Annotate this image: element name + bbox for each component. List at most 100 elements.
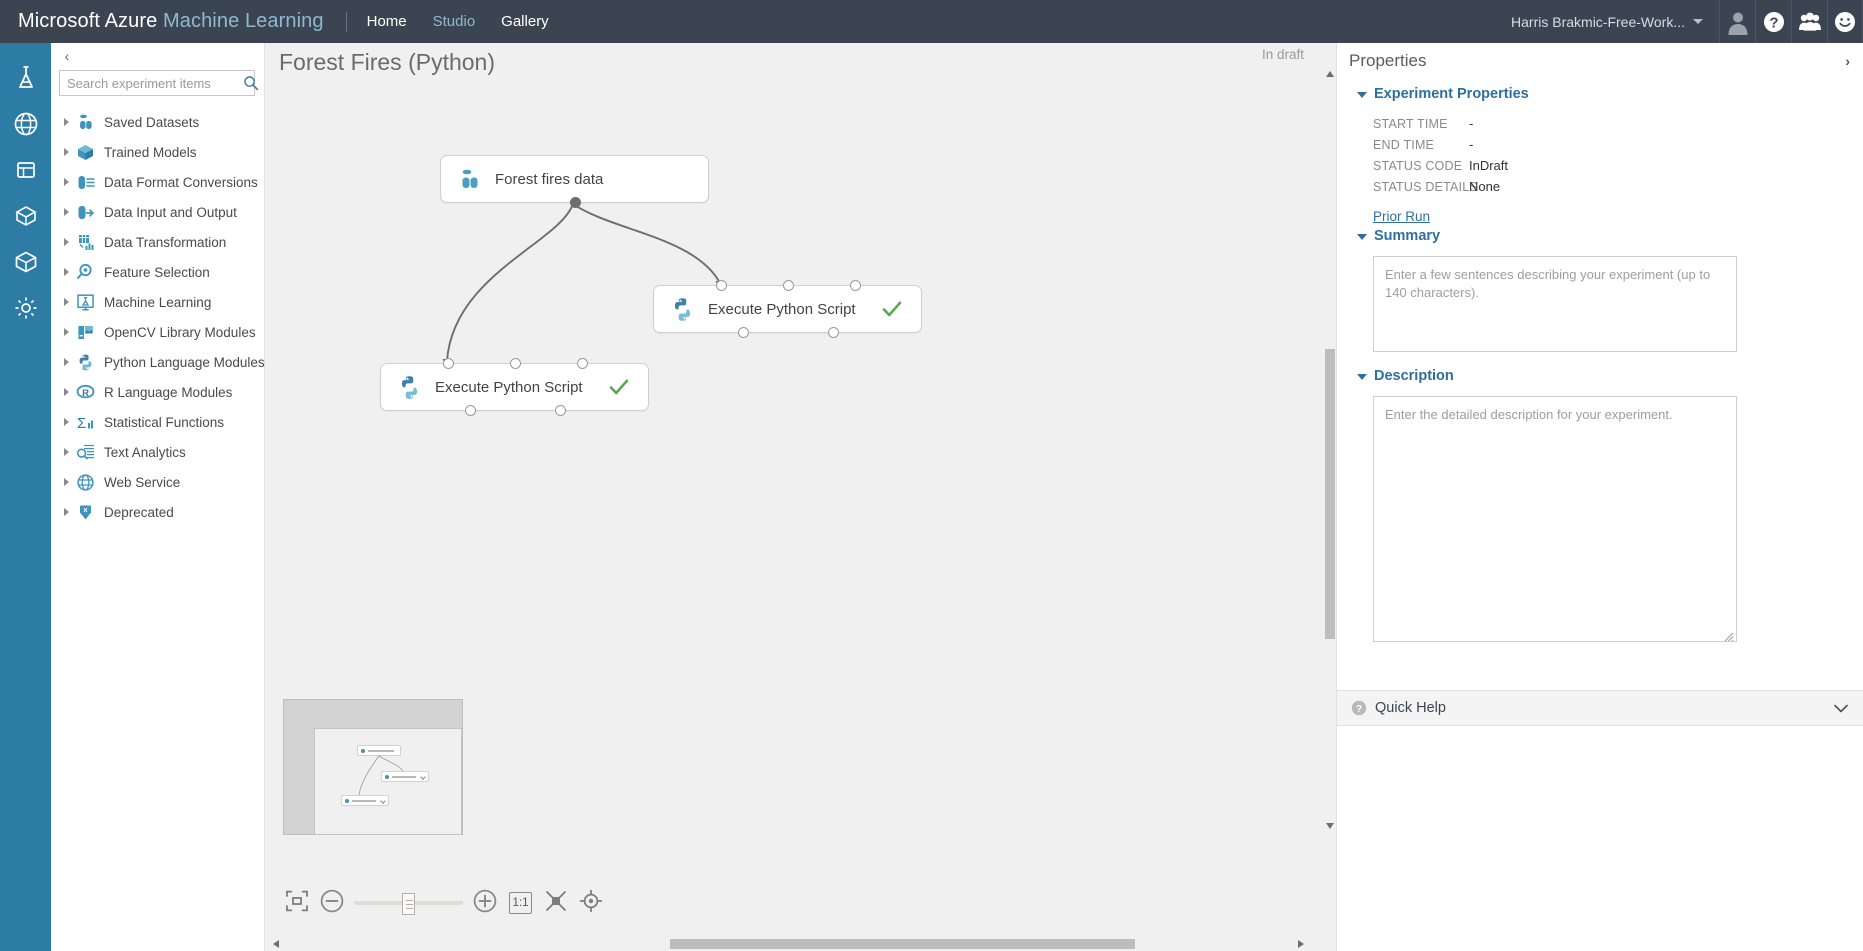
- tree-item-python-language-modules[interactable]: Python Language Modules: [51, 347, 265, 377]
- summary-header[interactable]: Summary: [1357, 225, 1863, 247]
- chevron-right-icon[interactable]: [59, 298, 73, 306]
- output-port[interactable]: [570, 197, 581, 208]
- tree-item-deprecated[interactable]: x Deprecated: [51, 497, 265, 527]
- graph-node-execute-python-script-right[interactable]: Execute Python Script: [653, 280, 922, 338]
- rail-item-trained-models[interactable]: [0, 195, 51, 237]
- chevron-down-icon[interactable]: [1834, 701, 1848, 716]
- output-port-2[interactable]: [555, 405, 566, 416]
- graph-node-label: Execute Python Script: [708, 300, 856, 318]
- rail-item-web-services[interactable]: [0, 103, 51, 145]
- description-header[interactable]: Description: [1357, 365, 1863, 387]
- tree-item-feature-selection[interactable]: Feature Selection: [51, 257, 265, 287]
- chevron-right-icon[interactable]: [59, 118, 73, 126]
- rail-item-settings[interactable]: [0, 287, 51, 329]
- chevron-right-icon[interactable]: [59, 328, 73, 336]
- center-graph-button[interactable]: [574, 885, 609, 921]
- prior-run-link[interactable]: Prior Run: [1373, 209, 1430, 224]
- tree-item-data-input-and-output[interactable]: Data Input and Output: [51, 197, 265, 227]
- nav-item-home[interactable]: Home: [367, 13, 407, 30]
- output-port-1[interactable]: [465, 405, 476, 416]
- chevron-right-icon[interactable]: [59, 478, 73, 486]
- canvas-horizontal-scrollbar[interactable]: [265, 937, 1336, 951]
- avatar[interactable]: [1719, 0, 1755, 43]
- chevron-right-icon[interactable]: [59, 238, 73, 246]
- zoom-out-button[interactable]: [314, 885, 349, 921]
- tree-item-label: Data Transformation: [104, 234, 227, 250]
- input-port-3[interactable]: [577, 358, 588, 369]
- tree-item-data-transformation[interactable]: Data Transformation: [51, 227, 265, 257]
- feedback-button[interactable]: [1827, 0, 1863, 43]
- resize-grip-icon[interactable]: [1724, 629, 1734, 642]
- tree-item-opencv-library-modules[interactable]: OpenCV Library Modules: [51, 317, 265, 347]
- graph-node-forest-fires-data[interactable]: Forest fires data: [440, 155, 709, 208]
- chevron-right-icon[interactable]: [59, 388, 73, 396]
- chevron-right-icon[interactable]: [59, 208, 73, 216]
- zoom-in-button[interactable]: [467, 885, 502, 921]
- rail-item-experiments[interactable]: [0, 57, 51, 99]
- tree-item-machine-learning[interactable]: Machine Learning: [51, 287, 265, 317]
- rail-item-datasets[interactable]: [0, 149, 51, 191]
- tree-item-web-service[interactable]: Web Service: [51, 467, 265, 497]
- nav-item-gallery[interactable]: Gallery: [501, 13, 549, 30]
- tree-item-data-format-conversions[interactable]: Data Format Conversions: [51, 167, 265, 197]
- help-button[interactable]: ?: [1755, 0, 1791, 43]
- deprecated-icon: x: [73, 501, 97, 523]
- canvas-minimap[interactable]: [283, 699, 463, 835]
- search-input[interactable]: [60, 71, 243, 95]
- chevron-right-icon[interactable]: [59, 448, 73, 456]
- chevron-down-icon[interactable]: [1693, 19, 1703, 24]
- collapse-properties-chevron-icon[interactable]: ›: [1845, 53, 1850, 69]
- input-port-2[interactable]: [783, 280, 794, 291]
- input-port-3[interactable]: [850, 280, 861, 291]
- quick-help-label: Quick Help: [1375, 700, 1446, 716]
- collapse-panel-chevron-icon[interactable]: ‹: [59, 48, 75, 64]
- tree-item-saved-datasets[interactable]: Saved Datasets: [51, 107, 265, 137]
- zoom-slider[interactable]: [350, 885, 468, 921]
- fit-to-selection-button[interactable]: [279, 885, 314, 921]
- fit-to-window-button[interactable]: [538, 885, 573, 921]
- chevron-right-icon[interactable]: [59, 268, 73, 276]
- horizontal-scroll-thumb[interactable]: [670, 939, 1135, 949]
- minimap-viewport[interactable]: [314, 728, 462, 835]
- section-label: Summary: [1374, 228, 1441, 244]
- tree-item-r-language-modules[interactable]: R R Language Modules: [51, 377, 265, 407]
- graph-node-execute-python-script-left[interactable]: Execute Python Script: [380, 358, 649, 416]
- search-icon[interactable]: [243, 71, 259, 95]
- vertical-scroll-thumb[interactable]: [1325, 349, 1335, 639]
- chevron-right-icon[interactable]: [59, 178, 73, 186]
- chevron-right-icon[interactable]: [59, 508, 73, 516]
- input-port-2[interactable]: [510, 358, 521, 369]
- brand-logo[interactable]: Microsoft Azure Machine Learning: [18, 10, 324, 33]
- zoom-slider-handle[interactable]: [401, 893, 415, 915]
- tree-item-text-analytics[interactable]: Text Analytics: [51, 437, 265, 467]
- scroll-left-arrow-icon[interactable]: [269, 937, 283, 951]
- account-name-label[interactable]: Harris Brakmic-Free-Work...: [1511, 14, 1685, 30]
- output-port-2[interactable]: [828, 327, 839, 338]
- input-port-1[interactable]: [716, 280, 727, 291]
- output-port-1[interactable]: [738, 327, 749, 338]
- tree-item-statistical-functions[interactable]: Σ Statistical Functions: [51, 407, 265, 437]
- scroll-right-arrow-icon[interactable]: [1294, 937, 1308, 951]
- summary-textarea[interactable]: Enter a few sentences describing your ex…: [1373, 256, 1737, 352]
- brand-main-text: Microsoft Azure: [18, 10, 158, 32]
- experiment-properties-header[interactable]: Experiment Properties: [1357, 83, 1863, 105]
- tree-item-label: Data Input and Output: [104, 204, 237, 220]
- quick-help-bar[interactable]: ? Quick Help: [1337, 690, 1863, 726]
- input-port-1[interactable]: [443, 358, 454, 369]
- tree-item-label: Saved Datasets: [104, 114, 200, 130]
- tree-item-trained-models[interactable]: Trained Models: [51, 137, 265, 167]
- community-button[interactable]: [1791, 0, 1827, 43]
- chevron-right-icon[interactable]: [59, 358, 73, 366]
- experiment-canvas[interactable]: Forest Fires (Python) In draft Forest fi…: [265, 43, 1336, 951]
- chevron-right-icon[interactable]: [59, 418, 73, 426]
- scroll-up-arrow-icon[interactable]: [1323, 67, 1336, 81]
- description-textarea[interactable]: Enter the detailed description for your …: [1373, 396, 1737, 642]
- zoom-reset-ratio-button[interactable]: 1:1: [508, 892, 533, 914]
- properties-panel: Properties › Experiment Properties START…: [1336, 43, 1863, 951]
- canvas-vertical-scrollbar[interactable]: [1323, 67, 1336, 833]
- scroll-down-arrow-icon[interactable]: [1323, 819, 1336, 833]
- chevron-right-icon[interactable]: [59, 148, 73, 156]
- rail-item-notebooks[interactable]: [0, 241, 51, 283]
- nav-item-studio[interactable]: Studio: [433, 13, 476, 30]
- graph-node-label: Execute Python Script: [435, 378, 583, 396]
